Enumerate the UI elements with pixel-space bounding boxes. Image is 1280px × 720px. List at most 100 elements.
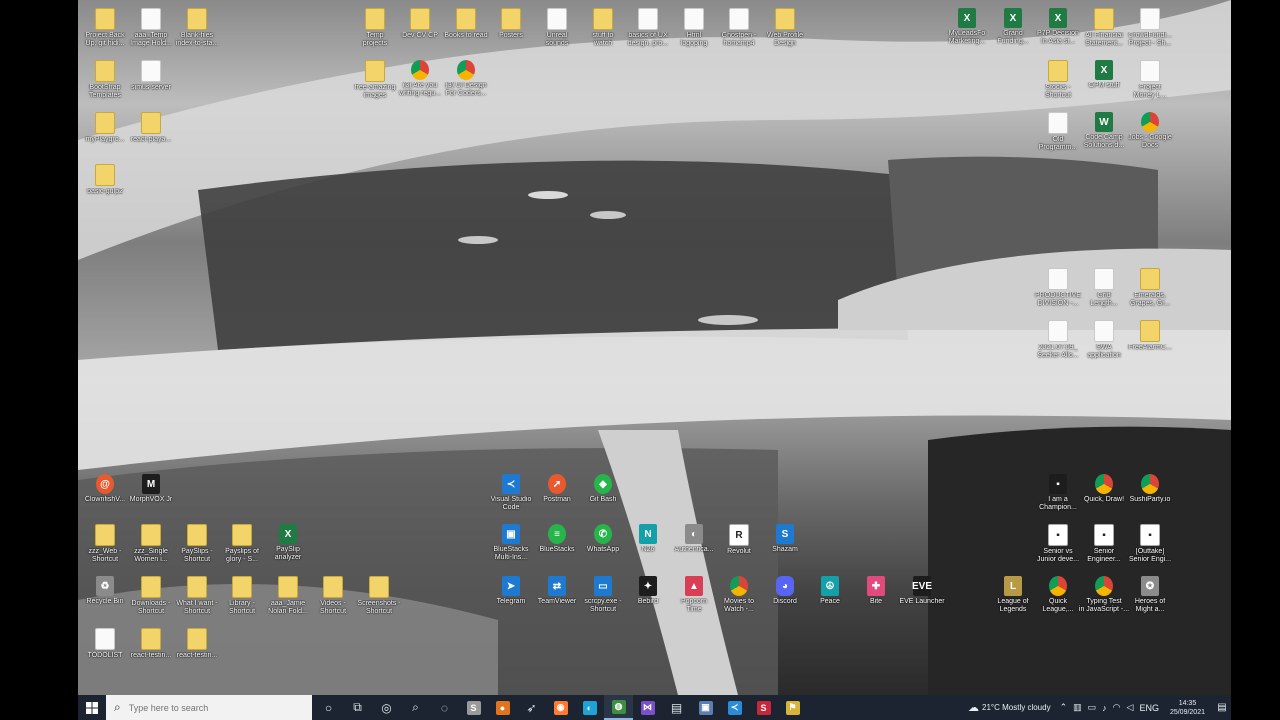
app-s-icon: S — [466, 700, 481, 715]
search-icon: ⌕ — [114, 700, 121, 714]
desktop-icon[interactable]: Emeralds, Grapes, Gr... — [1123, 264, 1177, 308]
taskbar-search-box[interactable]: ⌕ — [106, 695, 312, 720]
folder-icon — [1140, 320, 1160, 342]
desktop-icon-label: Project Money L... — [1133, 84, 1167, 99]
folder-icon — [323, 576, 343, 598]
desktop-icon[interactable]: ✪ Heroes of Might a... — [1123, 572, 1177, 614]
desktop-icon[interactable]: M MorphVOX Jr — [124, 470, 178, 504]
battery-icon[interactable]: ▭ — [1088, 702, 1097, 713]
excel-icon: X — [279, 524, 297, 544]
desktop-icon[interactable]: Screenshots - Shortcut — [352, 572, 406, 616]
vscode-icon: ≺ — [727, 700, 742, 715]
desktop-icon[interactable]: SushiParty.io — [1123, 470, 1177, 504]
speaker-icon[interactable]: ♪ — [1102, 703, 1107, 713]
desktop-icon[interactable]: Blank-files index-to-sta... — [170, 4, 224, 48]
taskbar-app-app-chat[interactable]: ◌ — [430, 695, 459, 720]
orange-icon: ➚ — [548, 474, 566, 494]
desktop-icon[interactable]: CrowdFundi... Project - Sh... — [1123, 4, 1177, 48]
folder-icon — [95, 524, 115, 546]
purple-icon: ◕ — [776, 576, 794, 596]
taskbar-app-vscode[interactable]: ≺ — [720, 695, 749, 720]
file-icon — [684, 8, 704, 30]
desktop-icon-label: (3) UI Design For Coders... — [445, 82, 487, 97]
desktop-icon[interactable]: X PaySlip analyzer — [261, 520, 315, 562]
excel-icon: X — [1004, 8, 1022, 28]
taskbar-app-chrome[interactable]: ◍ — [604, 695, 633, 720]
dark-icon: ✦ — [639, 576, 657, 596]
blue-icon: ⇄ — [548, 576, 566, 596]
taskbar-app-app-circle[interactable]: ◎ — [372, 695, 401, 720]
desktop-icon[interactable]: ▪ [Outtake] Senior Engi... — [1123, 520, 1177, 564]
desktop-icon[interactable]: react-testin... — [170, 624, 224, 660]
desktop-icon[interactable]: simus server — [124, 56, 178, 92]
taskbar-app-app-flag[interactable]: ⚑ — [778, 695, 807, 720]
taskbar-app-app-feather[interactable]: ➶ — [517, 695, 546, 720]
notification-icon: ▤ — [1217, 702, 1227, 713]
folder-icon — [365, 8, 385, 30]
chrome-icon — [1141, 474, 1159, 494]
chevron-up-icon[interactable]: ⌃ — [1060, 702, 1068, 713]
chrome-icon — [1049, 576, 1067, 596]
cortana-icon: ○ — [324, 700, 333, 715]
task-view-icon: ⧉ — [353, 700, 362, 714]
desktop-icon-label: MorphVOX Jr — [129, 496, 173, 503]
folder-icon — [187, 628, 207, 650]
file-icon — [1048, 268, 1068, 290]
desktop-icon[interactable]: EVE EVE Launcher — [895, 572, 949, 606]
folder-icon — [95, 8, 115, 30]
volume-icon[interactable]: ◁ — [1127, 702, 1134, 713]
wifi-icon[interactable]: ◠ — [1113, 702, 1121, 713]
search-input[interactable] — [126, 701, 291, 714]
clock-time: 14:35 — [1178, 699, 1197, 707]
desktop-icon[interactable]: FreeAlarmC... — [1123, 316, 1177, 352]
folder-icon — [369, 576, 389, 598]
desktop-icon-label: Git Bash — [589, 496, 617, 503]
weather-temperature: 21°C — [982, 703, 1000, 712]
taskbar-app-app-search[interactable]: ⌕ — [401, 695, 430, 720]
taskbar-app-app-s[interactable]: S — [459, 695, 488, 720]
desktop-icon[interactable]: Project Money L... — [1123, 56, 1177, 100]
weather-widget[interactable]: ☁ 21°C Mostly cloudy — [968, 701, 1051, 714]
clock-date: 25/09/2021 — [1169, 708, 1205, 716]
desktop-icon[interactable]: ◆ Git Bash — [576, 470, 630, 504]
taskbar-app-app-red[interactable]: S — [749, 695, 778, 720]
excel-icon: X — [1095, 60, 1113, 80]
taskbar-app-visual-studio[interactable]: ⋈ — [633, 695, 662, 720]
input-language[interactable]: ENG — [1139, 703, 1159, 713]
desktop-icon[interactable]: basic-gulp2 — [78, 160, 132, 196]
taskbar-app-edge[interactable]: ◐ — [575, 695, 604, 720]
taskbar-app-task-view[interactable]: ⧉ — [343, 695, 372, 720]
folder-icon — [95, 60, 115, 82]
taskbar-app-app-orange[interactable]: ● — [488, 695, 517, 720]
gray-icon: ◐ — [685, 524, 703, 544]
dark-icon: EVE — [912, 576, 932, 596]
desktop-icon[interactable]: Web Profile Design — [758, 4, 812, 48]
excel-icon: X — [958, 8, 976, 28]
white-icon: ▪ — [1094, 524, 1114, 546]
notification-center-button[interactable]: ▤ — [1213, 695, 1231, 720]
clock[interactable]: 14:35 25/09/2021 — [1170, 699, 1205, 717]
desktop-icon[interactable]: (3) UI Design For Coders... — [439, 56, 493, 98]
folder-icon — [365, 60, 385, 82]
chrome-icon — [1141, 112, 1159, 132]
desktop-icon[interactable]: S Shazam — [758, 520, 812, 554]
folder-icon — [593, 8, 613, 30]
taskbar-app-terminal[interactable]: ▤ — [662, 695, 691, 720]
green-icon: ✆ — [594, 524, 612, 544]
start-button[interactable] — [78, 695, 106, 720]
desktop-icon-label: Heroes of Might a... — [1134, 598, 1166, 613]
desktop-icon-label: react-playa... — [130, 136, 172, 143]
taskbar-app-firefox[interactable]: ◉ — [546, 695, 575, 720]
gold-icon: L — [1004, 576, 1022, 596]
taskbar-app-window-app[interactable]: ▣ — [691, 695, 720, 720]
file-icon — [141, 8, 161, 30]
green-icon: ◆ — [594, 474, 612, 494]
taskbar-app-cortana[interactable]: ○ — [314, 695, 343, 720]
desktop-icon[interactable]: react-playa... — [124, 108, 178, 144]
folder-icon — [1094, 8, 1114, 30]
desktop-icon[interactable]: Jobs - Google Docs — [1123, 108, 1177, 150]
folder-icon — [410, 8, 430, 30]
file-icon — [1140, 60, 1160, 82]
network-icon[interactable]: ▥ — [1073, 702, 1082, 713]
desktop-screen: Project Back Up, git hidi... aaa_Temp Ima… — [78, 0, 1231, 720]
